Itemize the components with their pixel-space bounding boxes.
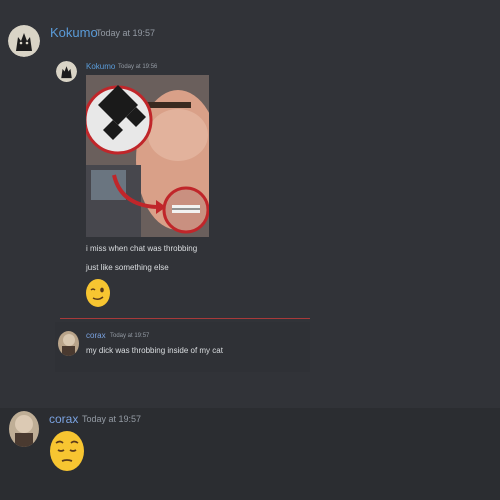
reply-text: my dick was throbbing inside of my cat <box>86 346 223 355</box>
meme-image[interactable] <box>83 75 220 237</box>
corax-avatar-small[interactable] <box>58 331 79 356</box>
kokumo-avatar-small[interactable] <box>56 61 77 82</box>
winking-face-emoji <box>85 278 111 308</box>
corax-avatar[interactable] <box>9 411 39 447</box>
last-timestamp: Today at 19:57 <box>82 414 142 424</box>
nested-text-line-2: just like something else <box>86 263 169 272</box>
new-messages-divider <box>60 318 310 319</box>
kokumo-avatar[interactable] <box>8 25 40 57</box>
main-timestamp: Today at 19:57 <box>96 28 156 38</box>
nested-username[interactable]: Kokumo <box>86 62 115 71</box>
reply-username[interactable]: corax <box>86 331 106 340</box>
main-username[interactable]: Kokumo <box>50 25 98 40</box>
last-username[interactable]: corax <box>49 412 78 426</box>
nested-text-line-1: i miss when chat was throbbing <box>86 244 198 253</box>
pensive-face-emoji <box>49 430 85 472</box>
reply-timestamp: Today at 19:57 <box>110 333 150 339</box>
nested-timestamp: Today at 19:56 <box>118 64 158 70</box>
